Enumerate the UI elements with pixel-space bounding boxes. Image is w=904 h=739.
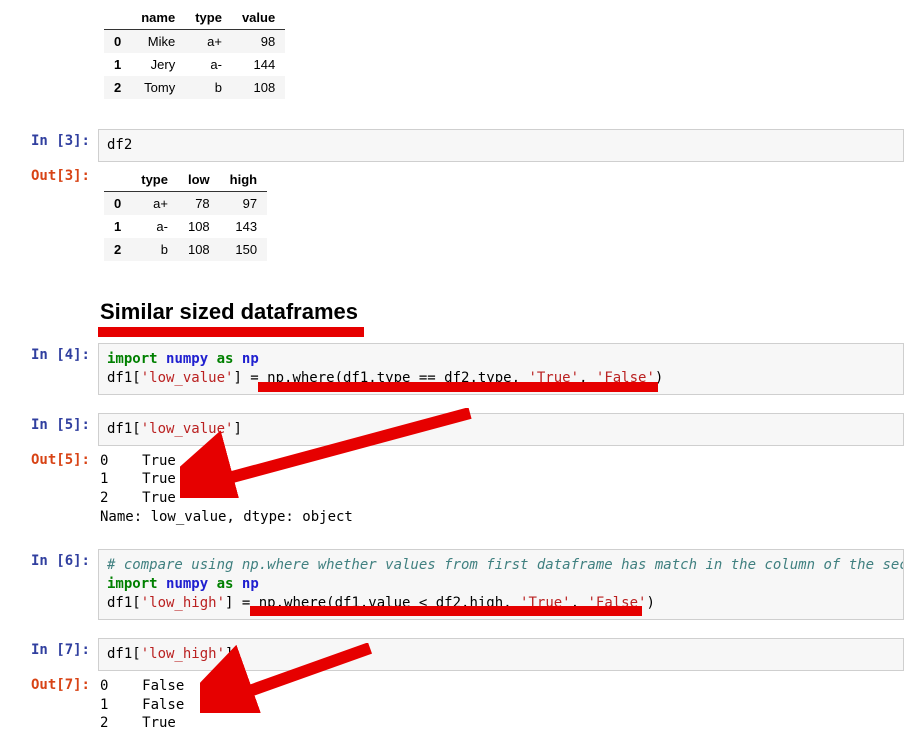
prompt-in-4: In [4]:	[0, 343, 98, 363]
col-header: high	[220, 168, 267, 192]
table-row: 0 Mike a+ 98	[104, 30, 285, 54]
input-cell-3: In [3]: df2	[0, 129, 904, 162]
code-input-7[interactable]: df1['low_high']	[98, 638, 904, 671]
dataframe-df1: name type value 0 Mike a+ 98 1 Jery a- 1…	[104, 6, 285, 99]
output-cell-7: Out[7]: 0 False 1 False 2 True	[0, 673, 904, 738]
col-header: type	[131, 168, 178, 192]
prompt-in-3: In [3]:	[0, 129, 98, 149]
table-row: 1 Jery a- 144	[104, 53, 285, 76]
prompt-in-5: In [5]:	[0, 413, 98, 433]
table-row: 0 a+ 78 97	[104, 191, 267, 215]
input-cell-5: In [5]: df1['low_value']	[0, 413, 904, 446]
section-heading: Similar sized dataframes	[98, 299, 904, 325]
prompt-empty	[0, 2, 98, 6]
table-row: 2 b 108 150	[104, 238, 267, 261]
code-input-5[interactable]: df1['low_value']	[98, 413, 904, 446]
red-underline-npwhere-2	[250, 606, 642, 616]
output-cell-5: Out[5]: 0 True 1 True 2 True Name: low_v…	[0, 448, 904, 532]
red-underline-heading	[98, 327, 364, 337]
red-underline-npwhere-1	[258, 382, 658, 392]
output-text-7: 0 False 1 False 2 True	[98, 673, 904, 738]
output-text-5: 0 True 1 True 2 True Name: low_value, dt…	[98, 448, 904, 532]
table-row: 2 Tomy b 108	[104, 76, 285, 99]
input-cell-4: In [4]: import numpy as np df1['low_valu…	[0, 343, 904, 395]
col-header: type	[185, 6, 232, 30]
col-header: low	[178, 168, 220, 192]
output-cell-df1-top: name type value 0 Mike a+ 98 1 Jery a- 1…	[0, 2, 904, 111]
dataframe-df2: type low high 0 a+ 78 97 1 a- 108 143	[104, 168, 267, 261]
prompt-out-3: Out[3]:	[0, 164, 98, 184]
col-header: value	[232, 6, 285, 30]
prompt-out-5: Out[5]:	[0, 448, 98, 468]
markdown-cell-heading: Similar sized dataframes	[0, 275, 904, 337]
input-cell-7: In [7]: df1['low_high']	[0, 638, 904, 671]
prompt-out-7: Out[7]:	[0, 673, 98, 693]
prompt-in-6: In [6]:	[0, 549, 98, 569]
table-row: 1 a- 108 143	[104, 215, 267, 238]
col-header: name	[131, 6, 185, 30]
code-input-3[interactable]: df2	[98, 129, 904, 162]
prompt-in-7: In [7]:	[0, 638, 98, 658]
input-cell-6: In [6]: # compare using np.where whether…	[0, 549, 904, 620]
output-cell-3: Out[3]: type low high 0 a+ 78 97 1 a- 10…	[0, 164, 904, 273]
